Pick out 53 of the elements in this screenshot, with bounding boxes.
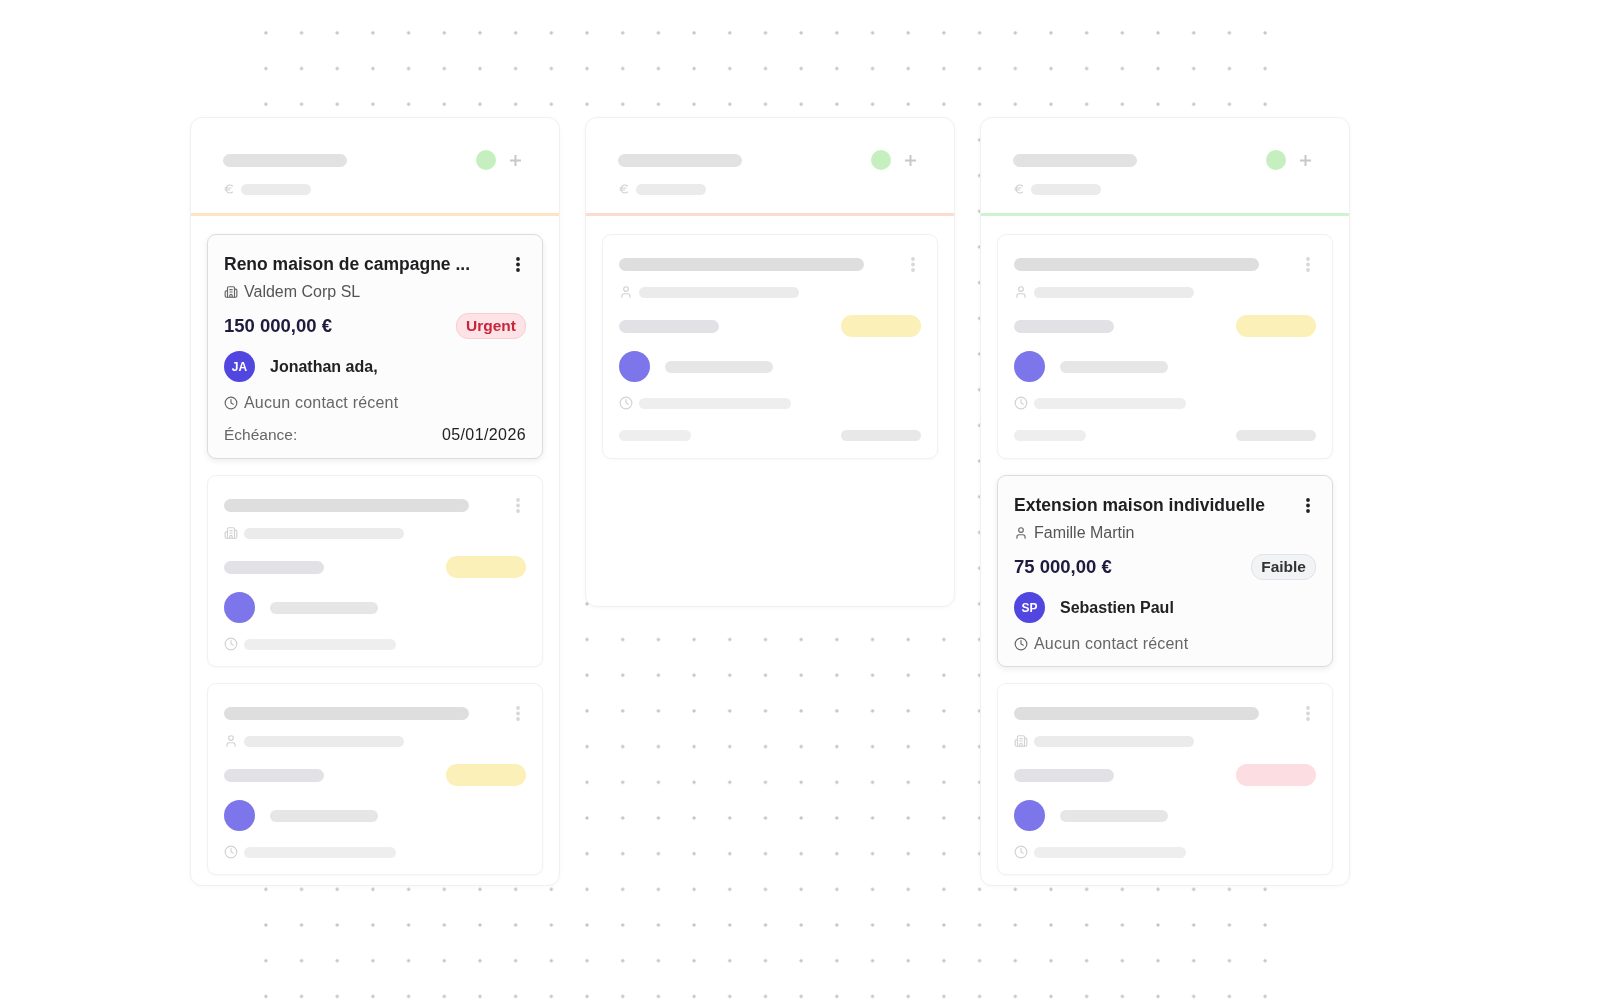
- add-icon[interactable]: [510, 154, 521, 166]
- last-contact-text: Aucun contact récent: [244, 394, 399, 412]
- person-icon: [619, 285, 633, 299]
- building-icon: [224, 285, 238, 299]
- deal-amount: 150 000,00 €: [224, 315, 334, 337]
- clock-icon: [224, 845, 238, 859]
- person-icon: [1014, 285, 1028, 299]
- avatar-circle: [224, 592, 255, 623]
- clock-icon: [224, 396, 238, 410]
- deal-amount: 75 000,00 €: [1014, 556, 1113, 578]
- clock-icon: [619, 396, 633, 410]
- clock-icon: [1014, 396, 1028, 410]
- priority-badge: Urgent: [456, 313, 526, 339]
- blurred-deal-card[interactable]: [207, 475, 543, 667]
- count-dot-icon: [1266, 150, 1286, 170]
- euro-icon: [1013, 183, 1025, 195]
- euro-icon: [223, 183, 235, 195]
- person-icon: [1014, 526, 1028, 540]
- deal-card[interactable]: Reno maison de campagne ... Valdem Corp SL 150 000,00 € Urgent JA Jonathan ada, Aucun contact récent Échéance: 05/01/2026: [207, 234, 543, 459]
- count-dot-icon: [871, 150, 891, 170]
- client-name: Valdem Corp SL: [244, 283, 361, 301]
- avatar-circle: [1014, 800, 1045, 831]
- avatar-circle: [619, 351, 650, 382]
- assignee-avatar: SP: [1014, 592, 1045, 623]
- more-options-icon[interactable]: [1306, 497, 1310, 513]
- add-icon[interactable]: [1300, 154, 1311, 166]
- euro-icon: [618, 183, 630, 195]
- count-dot-icon: [476, 150, 496, 170]
- blurred-deal-card[interactable]: [997, 234, 1333, 459]
- add-icon[interactable]: [905, 154, 916, 166]
- priority-badge: Faible: [1251, 554, 1316, 580]
- building-icon: [224, 526, 238, 540]
- card-title: Extension maison individuelle: [1014, 494, 1266, 516]
- blurred-deal-card[interactable]: [997, 683, 1333, 875]
- person-icon: [224, 734, 238, 748]
- blurred-deal-card[interactable]: [602, 234, 938, 459]
- due-label: Échéance:: [224, 426, 299, 444]
- assignee-name: Jonathan ada,: [270, 357, 378, 376]
- blurred-deal-card[interactable]: [207, 683, 543, 875]
- clock-icon: [1014, 637, 1028, 651]
- more-options-icon[interactable]: [516, 256, 520, 272]
- avatar-circle: [224, 800, 255, 831]
- client-name: Famille Martin: [1034, 524, 1135, 542]
- due-date: 05/01/2026: [441, 426, 526, 444]
- card-title: Reno maison de campagne ...: [224, 253, 472, 275]
- building-icon: [1014, 734, 1028, 748]
- clock-icon: [224, 637, 238, 651]
- assignee-avatar: JA: [224, 351, 255, 382]
- avatar-circle: [1014, 351, 1045, 382]
- assignee-name: Sebastien Paul: [1060, 598, 1174, 617]
- clock-icon: [1014, 845, 1028, 859]
- last-contact-text: Aucun contact récent: [1034, 635, 1189, 653]
- deal-card[interactable]: Extension maison individuelle Famille Martin 75 000,00 € Faible SP Sebastien Paul Aucun contact récent: [997, 475, 1333, 667]
